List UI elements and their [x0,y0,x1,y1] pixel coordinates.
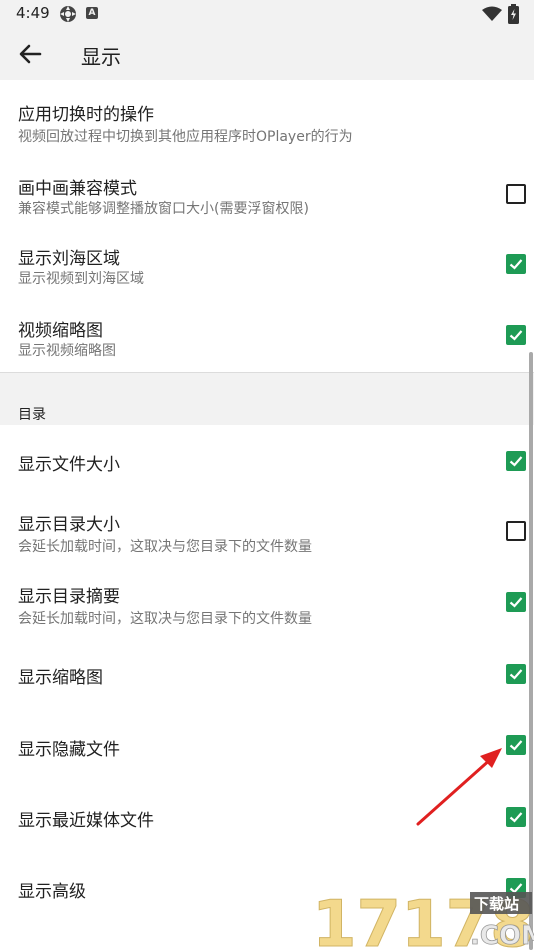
checkmark-icon [509,597,523,608]
watermark-tag: 下载站 [474,895,519,913]
arrow-left-icon[interactable] [14,38,46,70]
setting-app-switch-action[interactable]: 应用切换时的操作 视频回放过程中切换到其他应用程序时OPlayer的行为 [0,80,534,154]
setting-title: 显示目录大小 [18,515,120,535]
status-bar: 4:49 A [0,0,534,28]
wifi-icon [482,6,502,21]
annotation-arrow [416,748,502,826]
setting-title: 画中画兼容模式 [18,179,137,199]
checkmark-icon [509,456,523,467]
status-time: 4:49 [16,4,50,22]
thumbnail-checkbox[interactable] [506,664,526,684]
checkmark-icon [509,259,523,270]
setting-subtitle: 兼容模式能够调整播放窗口大小(需要浮窗权限) [18,201,309,217]
directory-settings-section: 显示文件大小 显示目录大小 会延长加载时间，这取决与您目录下的文件数量 显示目录… [0,425,534,950]
setting-title: 显示缩略图 [18,668,103,688]
setting-title: 视频缩略图 [18,321,103,341]
setting-title: 显示隐藏文件 [18,740,120,760]
setting-subtitle: 显示视频到刘海区域 [18,271,144,287]
category-header-directory: 目录 [18,407,46,423]
setting-show-dir-summary[interactable]: 显示目录摘要 会延长加载时间，这取决与您目录下的文件数量 [0,567,534,638]
setting-title: 显示刘海区域 [18,249,120,269]
pip-compat-checkbox[interactable] [506,184,526,204]
setting-video-thumbnail[interactable]: 视频缩略图 显示视频缩略图 [0,296,534,372]
app-bar: 显示 [0,28,534,80]
a-badge-icon: A [86,7,98,19]
setting-title: 显示高级 [18,882,86,902]
setting-subtitle: 会延长加载时间，这取决与您目录下的文件数量 [18,611,312,627]
setting-show-file-size[interactable]: 显示文件大小 [0,425,534,496]
page-title: 显示 [81,45,121,69]
scrollbar[interactable] [529,352,533,950]
file-size-checkbox[interactable] [506,451,526,471]
setting-pip-compat-mode[interactable]: 画中画兼容模式 兼容模式能够调整播放窗口大小(需要浮窗权限) [0,154,534,224]
setting-show-dir-size[interactable]: 显示目录大小 会延长加载时间，这取决与您目录下的文件数量 [0,496,534,567]
general-settings-section: 应用切换时的操作 视频回放过程中切换到其他应用程序时OPlayer的行为 画中画… [0,80,534,372]
setting-title: 显示文件大小 [18,455,120,475]
setting-subtitle: 显示视频缩略图 [18,343,116,359]
notch-area-checkbox[interactable] [506,254,526,274]
section-divider [0,372,534,373]
dir-size-checkbox[interactable] [506,521,526,541]
setting-title: 应用切换时的操作 [18,105,154,125]
setting-title: 显示最近媒体文件 [18,811,154,831]
watermark-suffix: .COM [470,921,534,950]
setting-show-notch-area[interactable]: 显示刘海区域 显示视频到刘海区域 [0,224,534,296]
site-watermark-logo: 17178 下载站 .COM [312,888,534,950]
checkmark-icon [509,330,523,341]
video-thumbnail-checkbox[interactable] [506,325,526,345]
setting-show-thumbnail[interactable]: 显示缩略图 [0,638,534,709]
dir-summary-checkbox[interactable] [506,592,526,612]
setting-subtitle: 视频回放过程中切换到其他应用程序时OPlayer的行为 [18,129,353,145]
setting-subtitle: 会延长加载时间，这取决与您目录下的文件数量 [18,539,312,555]
settings-gear-icon [60,6,76,22]
battery-icon [508,4,519,24]
setting-title: 显示目录摘要 [18,587,120,607]
checkmark-icon [509,669,523,680]
